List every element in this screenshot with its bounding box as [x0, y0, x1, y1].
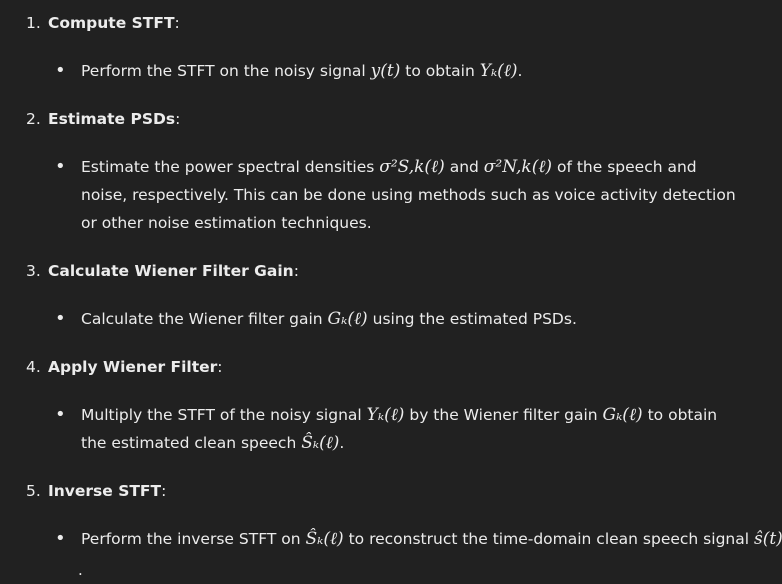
step-title: Estimate PSDs: [48, 110, 176, 128]
step-1-bullet: • Perform the STFT on the noisy signal y…: [55, 57, 742, 85]
text-run: Estimate the power spectral densities: [81, 158, 380, 176]
text-run: .: [517, 62, 523, 80]
text-run: Multiply the STFT of the noisy signal: [81, 406, 367, 424]
step-colon: :: [217, 358, 223, 376]
step-3-heading: 3. Calculate Wiener Filter Gain:: [26, 257, 762, 285]
text-run: using the estimated PSDs.: [367, 310, 577, 328]
step-title: Calculate Wiener Filter Gain: [48, 262, 294, 280]
step-title: Apply Wiener Filter: [48, 358, 218, 376]
step-4-heading: 4. Apply Wiener Filter:: [26, 353, 762, 381]
bullet-icon: •: [55, 404, 66, 425]
step-colon: :: [161, 482, 167, 500]
step-number: 1.: [26, 14, 41, 32]
step-number: 2.: [26, 110, 41, 128]
step-number: 4.: [26, 358, 41, 376]
step-4-bullet: • Multiply the STFT of the noisy signal …: [55, 401, 742, 457]
text-run: by the Wiener filter gain: [404, 406, 603, 424]
step-5-bullet: • Perform the inverse STFT on Ŝₖ(ℓ) to r…: [55, 525, 782, 553]
step-colon: :: [175, 110, 181, 128]
math-expression: Yₖ(ℓ): [479, 61, 518, 81]
step-title: Compute STFT: [48, 14, 175, 32]
text-run: Perform the STFT on the noisy signal: [81, 62, 371, 80]
step-colon: :: [174, 14, 180, 32]
bullet-text: Estimate the power spectral densities σ²…: [81, 153, 742, 237]
bullet-text: Calculate the Wiener filter gain Gₖ(ℓ) u…: [81, 305, 742, 333]
step-3-bullet: • Calculate the Wiener filter gain Gₖ(ℓ)…: [55, 305, 742, 333]
math-expression: σ²N,k(ℓ): [483, 157, 553, 177]
text-run: and: [444, 158, 484, 176]
document-body: 1. Compute STFT: • Perform the STFT on th…: [0, 0, 782, 579]
bullet-icon: •: [55, 60, 66, 81]
bullet-icon: •: [55, 308, 66, 329]
step-number: 5.: [26, 482, 41, 500]
step-2-heading: 2. Estimate PSDs:: [26, 105, 762, 133]
text-run: Perform the inverse STFT on: [81, 530, 306, 548]
math-expression: Yₖ(ℓ): [366, 405, 405, 425]
math-expression: Ŝₖ(ℓ): [301, 433, 340, 453]
math-expression: Gₖ(ℓ): [602, 405, 643, 425]
math-expression: σ²S,k(ℓ): [379, 157, 445, 177]
bullet-text: Multiply the STFT of the noisy signal Yₖ…: [81, 401, 742, 457]
bullet-icon: •: [55, 528, 66, 549]
step-1-heading: 1. Compute STFT:: [26, 9, 762, 37]
text-run: Calculate the Wiener filter gain: [81, 310, 328, 328]
math-expression: Ŝₖ(ℓ): [305, 529, 344, 549]
step-number: 3.: [26, 262, 41, 280]
text-run: to obtain: [400, 62, 480, 80]
bullet-text: Perform the inverse STFT on Ŝₖ(ℓ) to rec…: [81, 525, 782, 553]
math-expression: ŝ(t): [753, 529, 782, 549]
step-2-bullet: • Estimate the power spectral densities …: [55, 153, 742, 237]
trailing-period: .: [78, 561, 83, 579]
math-expression: Gₖ(ℓ): [327, 309, 368, 329]
math-expression: y(t): [370, 61, 401, 81]
text-run: .: [339, 434, 345, 452]
step-5-heading: 5. Inverse STFT:: [26, 477, 762, 505]
bullet-text: Perform the STFT on the noisy signal y(t…: [81, 57, 742, 85]
text-run: to reconstruct the time-domain clean spe…: [343, 530, 754, 548]
step-colon: :: [293, 262, 299, 280]
bullet-icon: •: [55, 156, 66, 177]
step-title: Inverse STFT: [48, 482, 162, 500]
